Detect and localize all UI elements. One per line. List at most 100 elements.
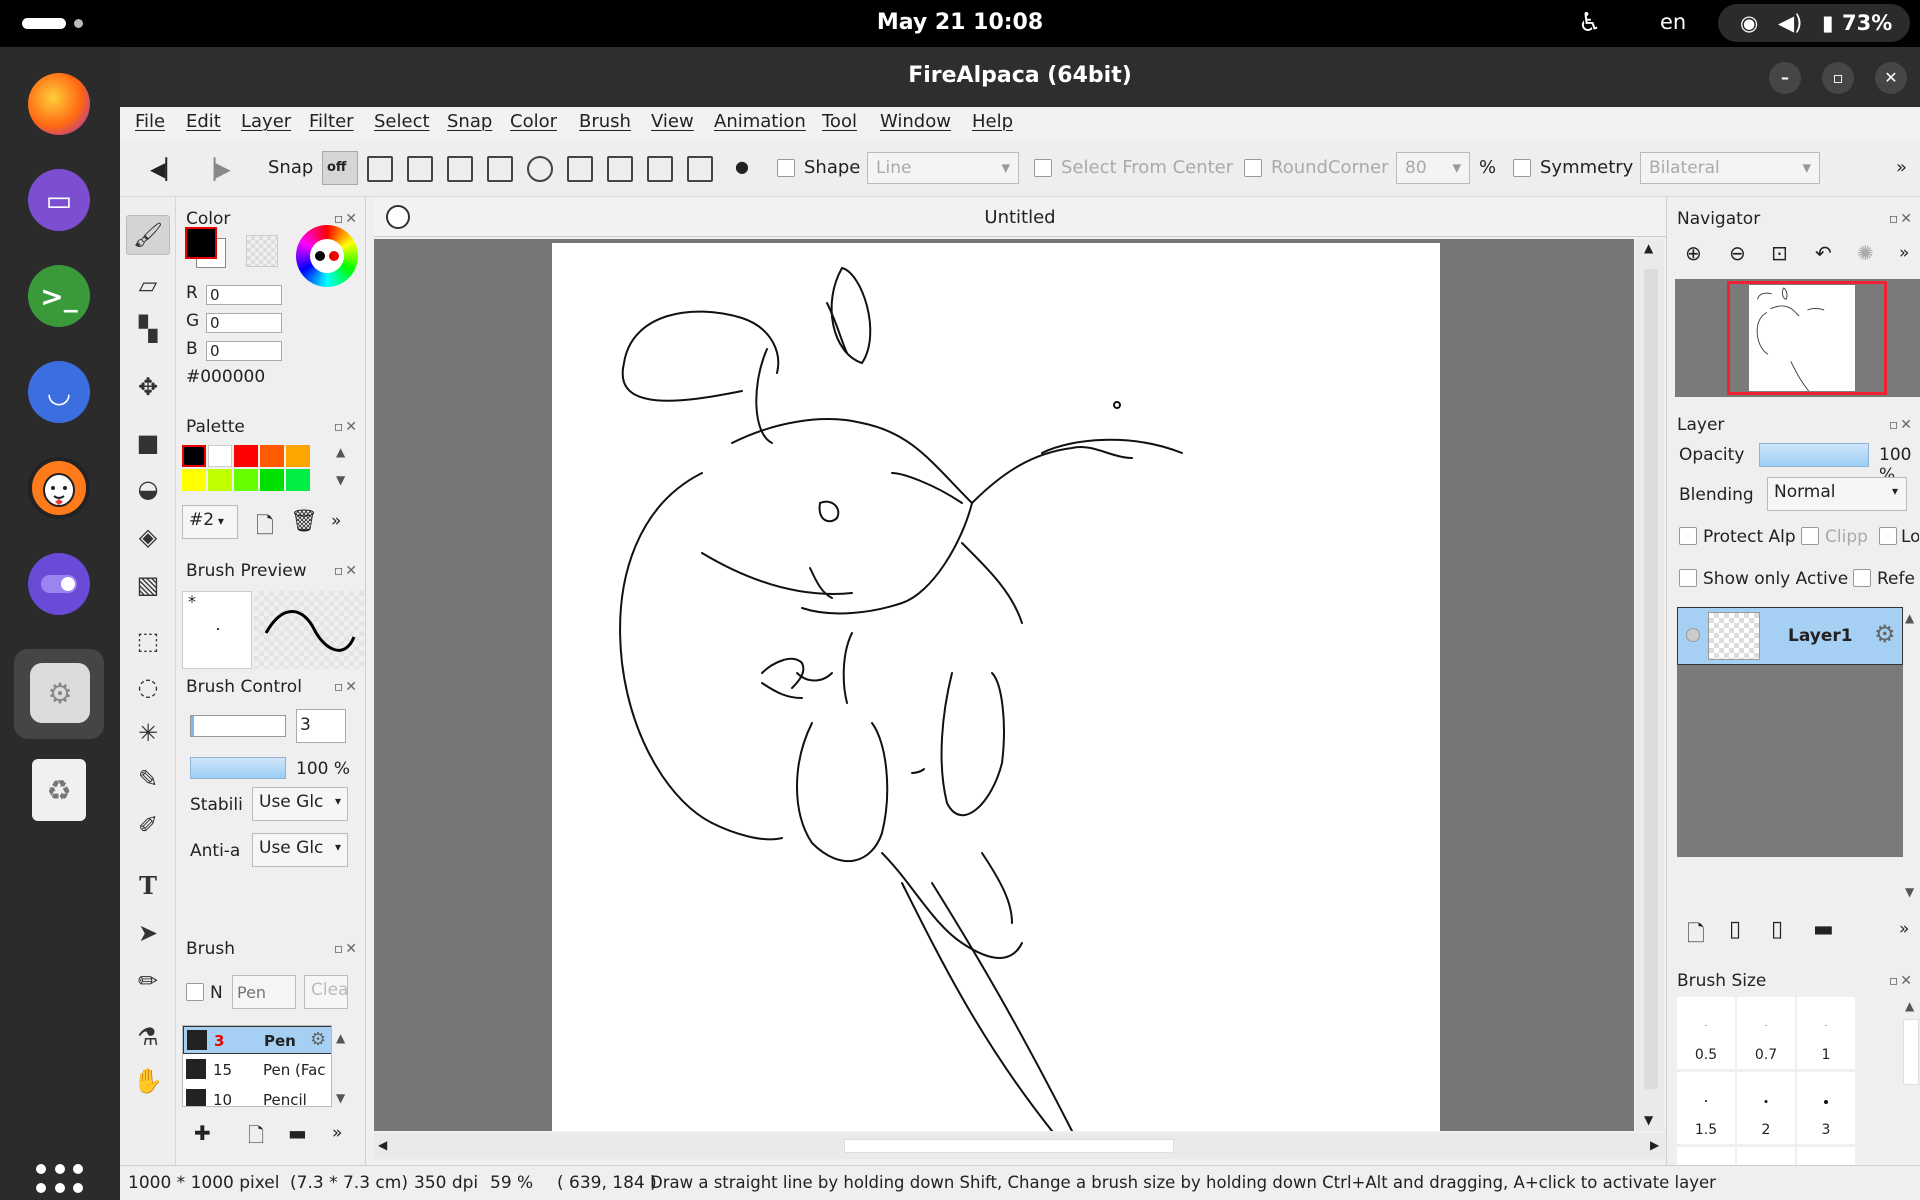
horizontal-scroll-thumb[interactable] [844, 1139, 1174, 1153]
blending-select[interactable]: Normal ▾ [1767, 477, 1907, 511]
snap-off-button[interactable]: off [322, 151, 358, 185]
terminal-icon[interactable]: >_ [28, 265, 90, 327]
eraser-tool-icon[interactable]: ▱ [126, 265, 170, 305]
accessibility-icon[interactable]: ♿︎ [1578, 8, 1601, 38]
stabilizer-select[interactable]: Use Glc ▾ [252, 787, 348, 821]
symmetry-checkbox[interactable] [1513, 159, 1531, 177]
clock[interactable]: May 21 10:08 [0, 10, 1920, 35]
symmetry-select[interactable]: Bilateral [1640, 152, 1820, 184]
r-input[interactable]: 0 [206, 285, 282, 305]
brush-panel-controls[interactable]: ▫✕ [334, 941, 359, 957]
app-grid-icon[interactable] [36, 1164, 84, 1200]
zoom-in-icon[interactable]: ⊕ [1685, 241, 1702, 265]
brush-list-item[interactable]: 10 Pencil [183, 1086, 331, 1106]
palette-scroll-up-icon[interactable]: ▲ [336, 445, 345, 459]
files-icon[interactable]: ▭ [28, 169, 90, 231]
brush-size-cell[interactable]: 2 [1737, 1072, 1795, 1144]
trash-icon[interactable]: ♻ [32, 759, 86, 821]
brush-list-item[interactable]: 3 Pen ⚙ [183, 1026, 331, 1054]
scroll-down-icon[interactable]: ▼ [1644, 1113, 1653, 1127]
snap-3d-icon[interactable] [607, 156, 633, 182]
language-indicator[interactable]: en [1660, 10, 1686, 34]
new-8bit-layer-icon[interactable]: ▯ [1729, 917, 1741, 942]
hand-tool-icon[interactable]: ✋ [126, 1061, 170, 1101]
show-only-active-checkbox[interactable] [1679, 569, 1697, 587]
scroll-left-icon[interactable]: ◀ [378, 1138, 387, 1152]
dot-tool-icon[interactable]: ▚ [126, 309, 170, 349]
menu-view[interactable]: View [651, 111, 694, 132]
snap-dot-icon[interactable]: ● [735, 157, 749, 176]
reference-checkbox[interactable] [1853, 569, 1871, 587]
operation-tool-icon[interactable]: ➤ [126, 913, 170, 953]
palette-swatch[interactable] [208, 469, 232, 491]
next-snap-icon[interactable]: ▕▶ [200, 157, 231, 181]
snap-crisscross-icon[interactable] [407, 156, 433, 182]
delete-palette-icon[interactable]: 🗑 [290, 509, 318, 534]
round-corner-checkbox[interactable] [1244, 159, 1262, 177]
navigator-view-rect[interactable] [1727, 281, 1887, 395]
layer-scroll-up-icon[interactable]: ▲ [1905, 611, 1914, 625]
menu-tool[interactable]: Tool [822, 111, 857, 132]
brush-size-cell[interactable]: 3 [1797, 1072, 1855, 1144]
brush-list-item[interactable]: 15 Pen (Fac [183, 1056, 331, 1084]
select-from-center-checkbox[interactable] [1034, 159, 1052, 177]
transparent-color-swatch[interactable] [246, 235, 278, 267]
horizontal-scrollbar[interactable]: ◀ ▶ [374, 1133, 1666, 1159]
new-layer-icon[interactable]: 🗋 [1687, 917, 1705, 955]
minimize-button[interactable]: – [1769, 62, 1801, 94]
new-1bit-layer-icon[interactable]: ▯ [1771, 917, 1783, 942]
close-button[interactable]: ✕ [1875, 62, 1907, 94]
lock-checkbox[interactable] [1879, 527, 1897, 545]
menu-animation[interactable]: Animation [714, 111, 806, 132]
menu-filter[interactable]: Filter [309, 111, 354, 132]
hex-value[interactable]: #000000 [186, 367, 265, 387]
brush-control-controls[interactable]: ▫✕ [334, 679, 359, 695]
brush-search-input[interactable] [232, 975, 296, 1009]
color-wheel-icon[interactable] [296, 225, 358, 287]
menu-help[interactable]: Help [972, 111, 1013, 132]
new-layer-folder-icon[interactable]: ▬ [1813, 917, 1834, 942]
window-titlebar[interactable]: FireAlpaca (64bit) – ▫ ✕ [120, 47, 1920, 107]
prev-snap-icon[interactable]: ◀▏ [150, 157, 181, 181]
palette-swatch[interactable] [260, 445, 284, 467]
palette-swatch[interactable] [260, 469, 284, 491]
eyedropper-tool-icon[interactable]: ⚗ [126, 1017, 170, 1057]
palette-swatch[interactable] [182, 445, 206, 467]
layer-opacity-slider[interactable] [1759, 443, 1869, 467]
menu-layer[interactable]: Layer [241, 111, 291, 132]
magic-wand-icon[interactable]: ✳ [126, 713, 170, 753]
palette-swatch[interactable] [182, 469, 206, 491]
fill-tool-icon[interactable]: ■ [126, 423, 170, 463]
layer-panel-controls[interactable]: ▫✕ [1889, 417, 1914, 433]
menu-select[interactable]: Select [374, 111, 430, 132]
brush-size-cell[interactable]: 0.5 [1677, 997, 1735, 1069]
round-corner-value[interactable]: 80 [1396, 152, 1470, 184]
toolbar-more-button[interactable]: » [1896, 157, 1907, 178]
color-panel-controls[interactable]: ▫✕ [334, 211, 359, 227]
maximize-button[interactable]: ▫ [1822, 62, 1854, 94]
menu-brush[interactable]: Brush [579, 111, 631, 132]
palette-swatch[interactable] [286, 445, 310, 467]
snap-parallel-icon[interactable] [367, 156, 393, 182]
select-eraser-icon[interactable]: ✐ [126, 805, 170, 845]
layer-row[interactable]: Layer1 ⚙ [1677, 607, 1903, 665]
brush-folder-icon[interactable]: ▬ [288, 1121, 307, 1145]
antialias-select[interactable]: Use Glc ▾ [252, 833, 348, 867]
settings-icon[interactable]: ⚙ [30, 663, 90, 723]
brush-size-scroll-up-icon[interactable]: ▲ [1905, 999, 1914, 1013]
menu-snap[interactable]: Snap [447, 111, 492, 132]
snap-radial-icon[interactable] [487, 156, 513, 182]
brush-size-cell[interactable]: 0.7 [1737, 997, 1795, 1069]
software-icon[interactable]: ◡ [28, 361, 90, 423]
snap-perspective-icon[interactable] [687, 156, 713, 182]
move-tool-icon[interactable]: ✥ [126, 367, 170, 407]
canvas-viewport[interactable] [374, 239, 1634, 1131]
firealpaca-icon[interactable] [28, 457, 90, 519]
rotate-icon[interactable]: ↶ [1815, 241, 1832, 265]
b-input[interactable]: 0 [206, 341, 282, 361]
vertical-scroll-thumb[interactable] [1644, 269, 1658, 1089]
palette-more-button[interactable]: » [331, 511, 341, 531]
navigator-controls[interactable]: ▫✕ [1889, 211, 1914, 227]
reset-view-icon[interactable]: ✺ [1857, 241, 1874, 265]
snap-curve-icon[interactable] [567, 156, 593, 182]
